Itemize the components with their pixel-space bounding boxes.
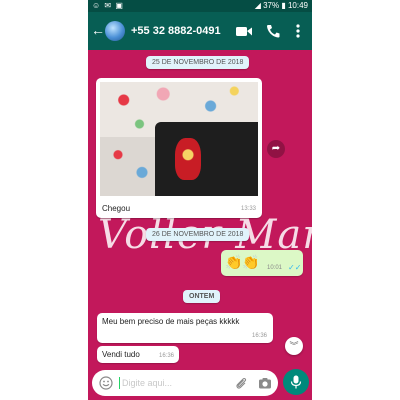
message-time: 10:01 [267,265,283,271]
read-receipt-icon: ✓✓ [288,263,302,272]
message-input[interactable] [122,374,222,392]
date-chip: 26 DE NOVEMBRO DE 2018 [146,228,250,241]
message-time: 13:33 [240,206,256,212]
chat-header: ← +55 32 8882-0491 [88,12,312,50]
image-message[interactable]: Chegou 13:33 [96,78,262,218]
chat-area[interactable]: Voller Mani 25 DE NOVEMBRO DE 2018 Chego… [88,50,312,368]
photo-black-cloth [155,122,258,196]
more-vert-icon[interactable] [293,23,303,39]
phone-screen: ☺ ✉ ▣ ◢ 37% ▮ 10:49 ← +55 32 8882-0491 V… [88,0,312,400]
microphone-icon [290,375,302,389]
status-notification-icons: ☺ ✉ ▣ [92,1,124,10]
scroll-down-icon[interactable]: ︾ [285,337,303,355]
status-bar: ☺ ✉ ▣ ◢ 37% ▮ 10:49 [88,0,312,12]
message-composer [92,370,278,396]
battery-level: 37% [263,1,280,10]
date-chip: 25 DE NOVEMBRO DE 2018 [146,56,250,69]
incoming-message[interactable]: Meu bem preciso de mais peças kkkkk 16:3… [97,313,273,343]
clock: 10:49 [287,1,308,10]
photo-fabric-print-2 [100,137,160,196]
message-time: 16:36 [159,353,175,359]
battery-icon: ▮ [281,1,286,10]
camera-icon[interactable] [258,376,272,390]
video-call-icon[interactable] [235,23,253,39]
phone-icon[interactable] [265,23,281,39]
incoming-message[interactable]: Vendi tudo 16:36 [97,346,179,363]
message-text: Vendi tudo [102,350,140,359]
emoji-icon[interactable] [99,376,113,390]
image-caption: Chegou [102,204,131,213]
avatar[interactable] [105,21,125,41]
paperclip-icon[interactable] [234,376,248,390]
mic-button[interactable] [283,369,309,395]
photo-doll [175,138,201,180]
outgoing-message[interactable]: 👏👏 10:01 ✓✓ [221,250,303,276]
contact-name[interactable]: +55 32 8882-0491 [131,24,221,38]
message-time: 16:36 [251,333,267,339]
signal-icon: ◢ [254,1,261,10]
date-chip: ONTEM [183,290,221,303]
clapping-hands-emoji: 👏👏 [225,254,260,270]
status-right: ◢ 37% ▮ 10:49 [255,0,308,12]
arrow-left-icon[interactable]: ← [91,22,105,38]
message-text: Meu bem preciso de mais peças kkkkk [102,317,240,326]
forward-icon[interactable]: ➦ [267,140,285,158]
text-caret [119,377,120,389]
photo-thumbnail[interactable] [100,82,258,196]
